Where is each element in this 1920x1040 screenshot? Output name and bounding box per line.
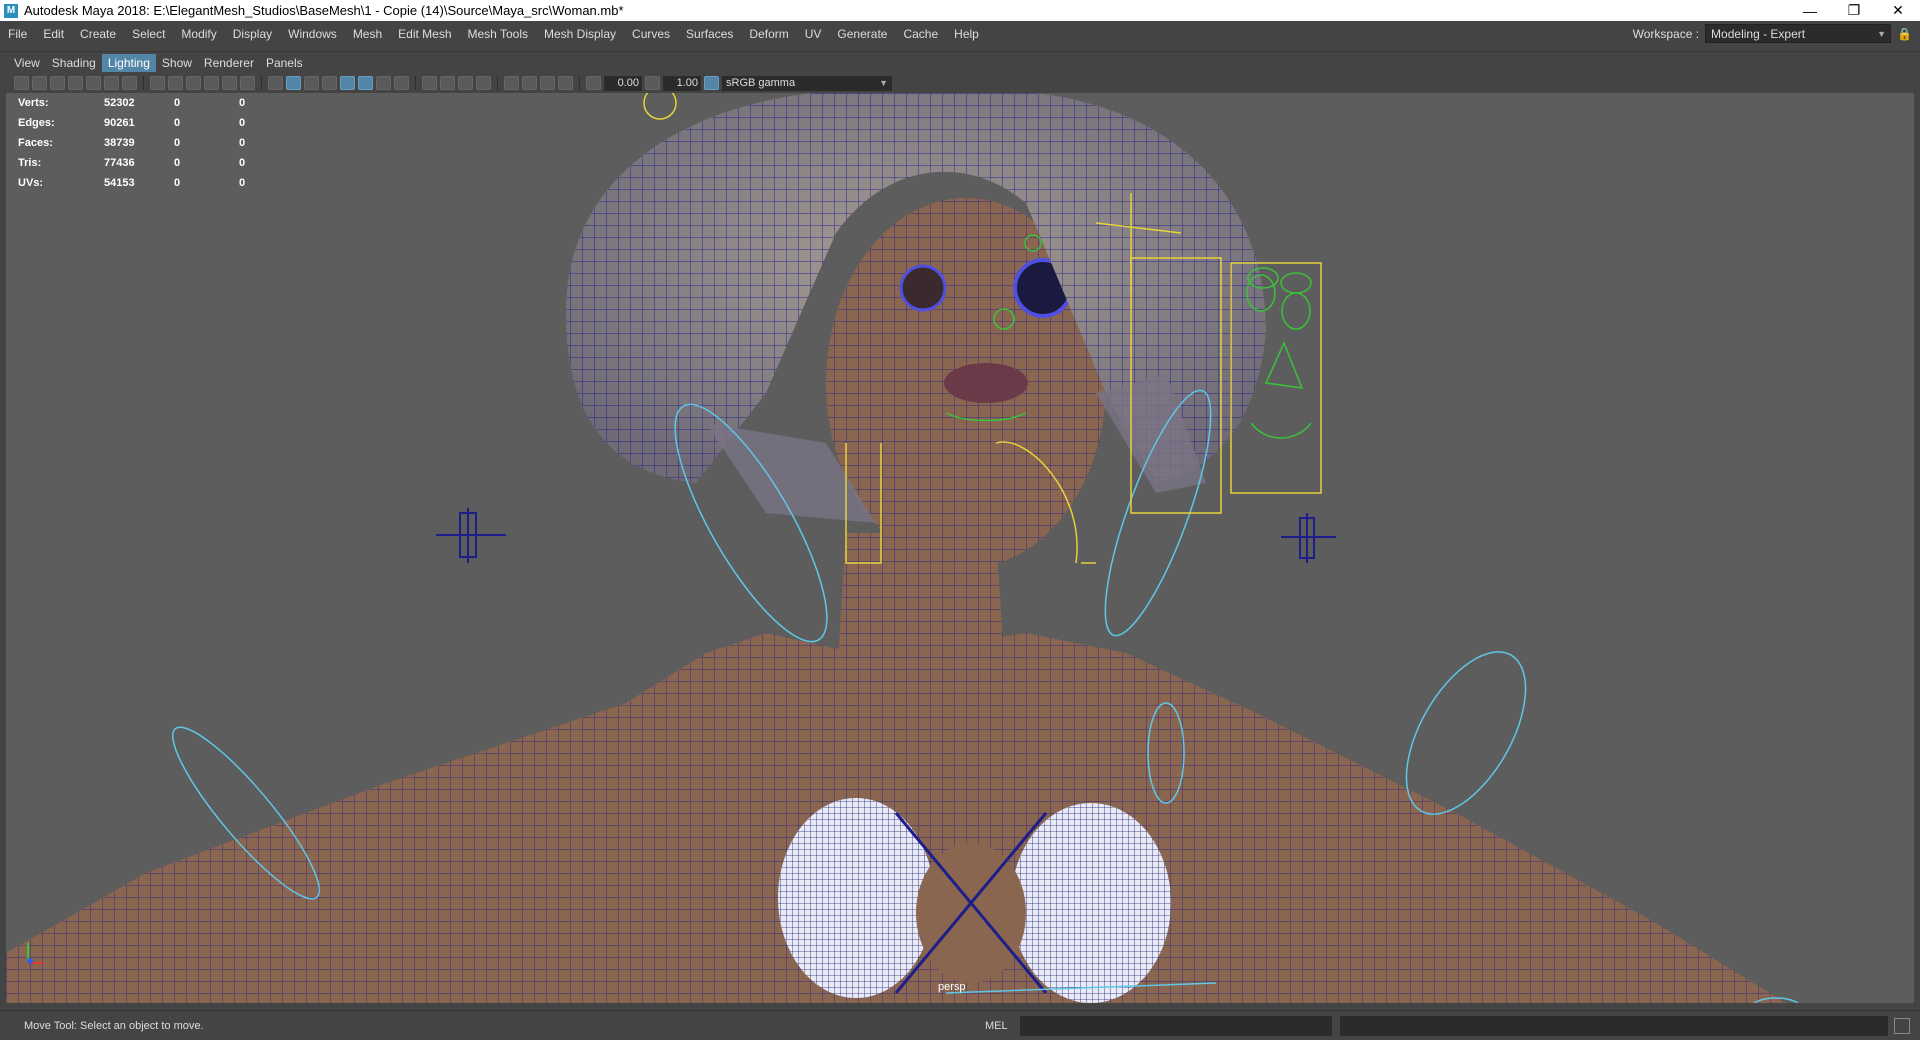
xray-active-icon[interactable] xyxy=(540,76,555,90)
menu-cache[interactable]: Cache xyxy=(895,27,946,41)
film-gate-icon[interactable] xyxy=(150,76,165,90)
resolution-gate-icon[interactable] xyxy=(168,76,183,90)
toolbar-divider xyxy=(261,76,262,90)
maya-logo-icon: M xyxy=(4,3,18,18)
wireframe-icon[interactable] xyxy=(268,76,283,90)
view-transform-dropdown[interactable]: sRGB gamma ▼ xyxy=(722,75,892,91)
use-all-lights-icon[interactable] xyxy=(376,76,391,90)
menu-edit[interactable]: Edit xyxy=(35,27,72,41)
bookmarks-icon[interactable] xyxy=(50,76,65,90)
safe-action-icon[interactable] xyxy=(222,76,237,90)
toolbar-divider xyxy=(579,76,580,90)
menu-edit-mesh[interactable]: Edit Mesh xyxy=(390,27,459,41)
menu-surfaces[interactable]: Surfaces xyxy=(678,27,741,41)
exposure-field[interactable]: 0.00 xyxy=(604,75,642,91)
panel-menu-show[interactable]: Show xyxy=(156,54,198,72)
menu-help[interactable]: Help xyxy=(946,27,987,41)
exposure-icon[interactable] xyxy=(586,76,601,90)
window-title: Autodesk Maya 2018: E:\ElegantMesh_Studi… xyxy=(24,3,624,18)
view-transform-value: sRGB gamma xyxy=(726,76,796,89)
viewport-persp[interactable]: Verts: 52302 0 0 Edges: 90261 0 0 Faces:… xyxy=(6,93,1914,1003)
gamma-field[interactable]: 1.00 xyxy=(663,75,701,91)
toolbar-divider xyxy=(415,76,416,90)
workspace-label: Workspace : xyxy=(1632,26,1700,41)
menu-file[interactable]: File xyxy=(0,27,35,41)
hud-row: Tris: 77436 0 0 xyxy=(18,157,246,169)
menu-display[interactable]: Display xyxy=(225,27,280,41)
menu-mesh[interactable]: Mesh xyxy=(345,27,390,41)
camera-name-label: persp xyxy=(938,981,966,993)
command-language-toggle[interactable]: MEL xyxy=(985,1020,1008,1032)
menu-create[interactable]: Create xyxy=(72,27,124,41)
depth-of-field-icon[interactable] xyxy=(476,76,491,90)
menu-curves[interactable]: Curves xyxy=(624,27,678,41)
chevron-down-icon: ▼ xyxy=(879,77,888,88)
panel-toolbar: 0.00 1.00 sRGB gamma ▼ xyxy=(0,73,1920,93)
chevron-down-icon: ▼ xyxy=(1877,28,1887,39)
panel-menu-bar: View Shading Lighting Show Renderer Pane… xyxy=(0,51,1920,73)
shadows-icon[interactable] xyxy=(394,76,409,90)
menu-modify[interactable]: Modify xyxy=(173,27,224,41)
panel-menu-panels[interactable]: Panels xyxy=(260,54,309,72)
isolate-select-icon[interactable] xyxy=(504,76,519,90)
panel-menu-lighting[interactable]: Lighting xyxy=(101,53,156,72)
toolbar-divider xyxy=(497,76,498,90)
field-chart-icon[interactable] xyxy=(204,76,219,90)
menu-windows[interactable]: Windows xyxy=(280,27,345,41)
menu-select[interactable]: Select xyxy=(124,27,173,41)
grid-icon[interactable] xyxy=(122,76,137,90)
restore-icon[interactable]: ❐ xyxy=(1832,0,1876,21)
motion-blur-icon[interactable] xyxy=(440,76,455,90)
script-editor-icon[interactable] xyxy=(1894,1017,1910,1034)
textured-icon[interactable] xyxy=(322,76,337,90)
default-material-icon[interactable] xyxy=(304,76,319,90)
two-d-pan-zoom-icon[interactable] xyxy=(86,76,101,90)
xray-joints-icon[interactable] xyxy=(522,76,537,90)
camera-attributes-icon[interactable] xyxy=(32,76,47,90)
backface-culling-icon[interactable] xyxy=(558,76,573,90)
workspace-selector: Workspace : Modeling - Expert ▼ 🔒 xyxy=(1633,21,1920,46)
gate-mask-icon[interactable] xyxy=(186,76,201,90)
menu-deform[interactable]: Deform xyxy=(741,27,796,41)
workspace-value: Modeling - Expert xyxy=(1711,26,1806,41)
screen-space-ao-icon[interactable] xyxy=(422,76,437,90)
toolbar-divider xyxy=(143,76,144,90)
scene-render xyxy=(6,93,1799,1003)
safe-title-icon[interactable] xyxy=(240,76,255,90)
workspace-dropdown[interactable]: Modeling - Expert ▼ xyxy=(1705,24,1892,43)
menu-mesh-display[interactable]: Mesh Display xyxy=(536,27,624,41)
gamma-icon[interactable] xyxy=(645,76,660,90)
panel-menu-shading[interactable]: Shading xyxy=(46,54,102,72)
title-bar: M Autodesk Maya 2018: E:\ElegantMesh_Stu… xyxy=(0,0,1920,21)
panel-menu-view[interactable]: View xyxy=(8,54,46,72)
wireframe-on-shaded-icon[interactable] xyxy=(340,76,355,90)
panel-menu-renderer[interactable]: Renderer xyxy=(198,54,260,72)
command-result-field xyxy=(1340,1015,1888,1036)
xray-icon[interactable] xyxy=(358,76,373,90)
camera-select-icon[interactable] xyxy=(14,76,29,90)
help-line: Move Tool: Select an object to move. MEL xyxy=(0,1010,1920,1040)
lock-icon[interactable]: 🔒 xyxy=(1897,27,1912,41)
menu-uv[interactable]: UV xyxy=(797,27,830,41)
anti-aliasing-icon[interactable] xyxy=(458,76,473,90)
menu-mesh-tools[interactable]: Mesh Tools xyxy=(460,27,536,41)
smooth-shade-icon[interactable] xyxy=(286,76,301,90)
close-icon[interactable]: ✕ xyxy=(1876,0,1920,21)
hud-row: Edges: 90261 0 0 xyxy=(18,117,246,129)
image-plane-icon[interactable] xyxy=(68,76,83,90)
poly-count-hud: Verts: 52302 0 0 Edges: 90261 0 0 Faces:… xyxy=(18,93,279,193)
hud-row: Faces: 38739 0 0 xyxy=(18,137,246,149)
command-line-input[interactable] xyxy=(1020,1015,1332,1036)
help-text: Move Tool: Select an object to move. xyxy=(24,1019,204,1032)
hud-row: UVs: 54153 0 0 xyxy=(18,177,246,189)
menu-generate[interactable]: Generate xyxy=(829,27,895,41)
minimize-icon[interactable]: — xyxy=(1788,0,1832,21)
grease-pencil-icon[interactable] xyxy=(104,76,119,90)
color-management-icon[interactable] xyxy=(704,76,719,90)
hud-row: Verts: 52302 0 0 xyxy=(18,97,246,109)
